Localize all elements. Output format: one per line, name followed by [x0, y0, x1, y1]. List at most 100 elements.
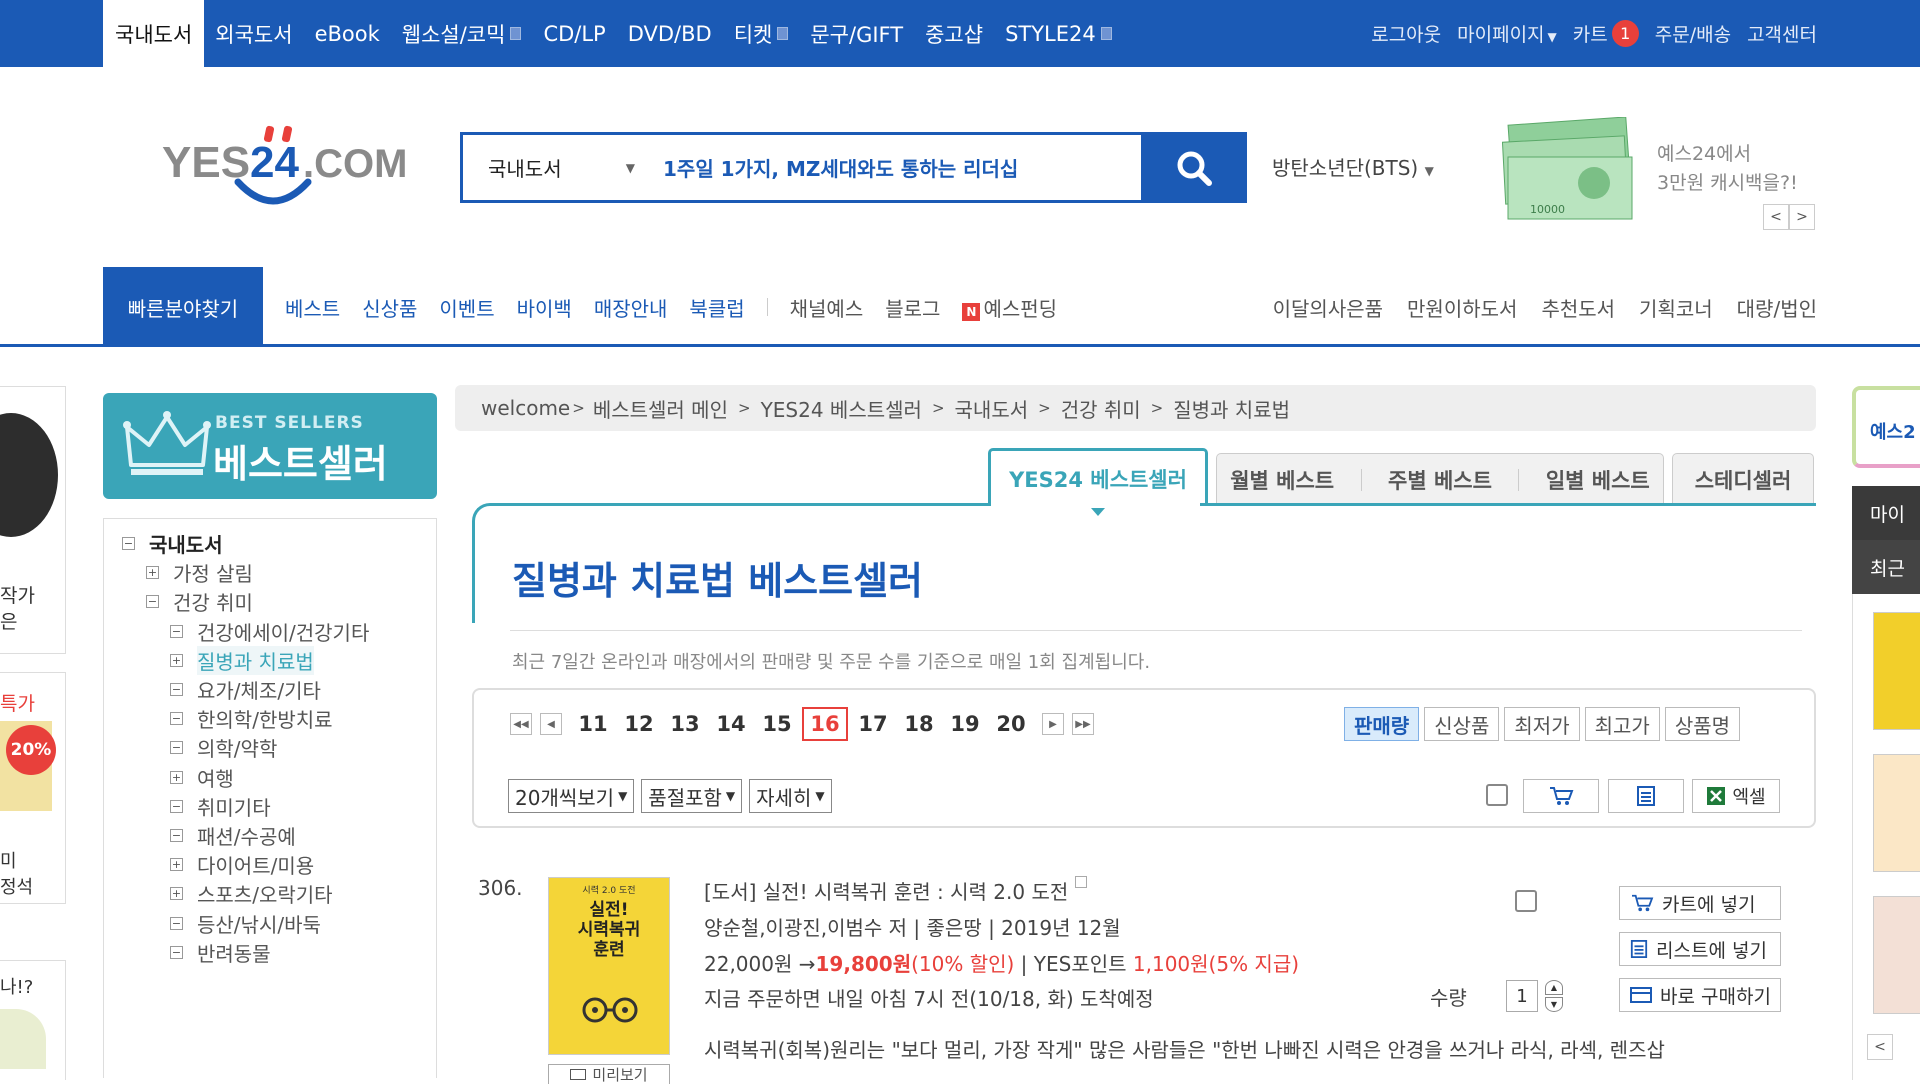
- recent-item-thumb[interactable]: [1873, 612, 1920, 730]
- cash-promo-text[interactable]: 예스24에서 3만원 캐시백을?!: [1657, 140, 1798, 198]
- recent-item-thumb[interactable]: [1873, 754, 1920, 872]
- top-nav-item[interactable]: 문구/GIFT: [799, 0, 914, 67]
- logout-link[interactable]: 로그아웃: [1371, 20, 1441, 47]
- tree-item[interactable]: + 다이어트/미용: [170, 850, 314, 879]
- tab-period[interactable]: 주별 베스트: [1388, 465, 1492, 495]
- tree-toggle-icon[interactable]: +: [146, 566, 159, 580]
- breadcrumb-item[interactable]: YES24 베스트셀러: [761, 394, 922, 423]
- main-nav-link[interactable]: 대량/법인: [1737, 293, 1817, 322]
- main-nav-link[interactable]: 채널예스: [790, 293, 864, 322]
- tree-toggle-icon[interactable]: −: [170, 829, 183, 842]
- top-nav-item[interactable]: eBook: [304, 0, 391, 67]
- search-category-select[interactable]: 국내도서 ▼: [463, 153, 653, 182]
- tree-item[interactable]: + 여행: [170, 763, 234, 792]
- view-select[interactable]: 자세히 ▼: [749, 779, 832, 813]
- first-page-icon[interactable]: ◀◀: [510, 713, 532, 735]
- main-nav-link[interactable]: 추천도서: [1541, 293, 1615, 322]
- top-nav-item[interactable]: 웹소설/코믹: [391, 0, 533, 67]
- main-nav-link[interactable]: 블로그: [885, 293, 940, 322]
- tree-toggle-icon[interactable]: −: [170, 799, 183, 813]
- add-to-cart-button[interactable]: 카트에 넣기: [1619, 886, 1781, 920]
- tree-toggle-icon[interactable]: −: [170, 945, 183, 959]
- tree-item[interactable]: − 요가/체조/기타: [170, 675, 321, 704]
- top-nav-item[interactable]: STYLE24: [994, 0, 1123, 67]
- top-nav-item[interactable]: 티켓: [723, 0, 800, 67]
- excel-download-button[interactable]: 엑셀: [1692, 779, 1780, 813]
- page-number[interactable]: 16: [802, 707, 848, 741]
- breadcrumb-item[interactable]: 질병과 치료법: [1173, 394, 1290, 423]
- page-number[interactable]: 11: [570, 712, 616, 736]
- book-cover-image[interactable]: 시력 2.0 도전 실전! 시력복귀 훈련: [548, 877, 670, 1055]
- page-number[interactable]: 18: [896, 712, 942, 736]
- page-number[interactable]: 19: [942, 712, 988, 736]
- tab-period[interactable]: 월별 베스트: [1230, 465, 1334, 495]
- add-selected-to-cart-button[interactable]: [1523, 779, 1599, 813]
- cart-link[interactable]: 카트 1: [1573, 20, 1639, 47]
- search-button[interactable]: [1141, 132, 1247, 203]
- page-number[interactable]: 17: [850, 712, 896, 736]
- main-nav-link[interactable]: 베스트: [285, 293, 340, 322]
- last-page-icon[interactable]: ▶▶: [1072, 713, 1094, 735]
- tree-item[interactable]: + 가정 살림: [146, 558, 253, 587]
- tab-steadyseller[interactable]: 스테디셀러: [1672, 453, 1814, 506]
- tree-item[interactable]: − 한의학/한방치료: [170, 704, 333, 733]
- tree-toggle-icon[interactable]: −: [146, 595, 159, 609]
- main-nav-link[interactable]: 바이백: [517, 293, 572, 322]
- prev-arrow-icon[interactable]: <: [1763, 204, 1789, 230]
- support-link[interactable]: 고객센터: [1747, 20, 1817, 47]
- book-title-link[interactable]: [도서] 실전! 시력복귀 훈련 : 시력 2.0 도전: [704, 876, 1087, 905]
- page-number[interactable]: 14: [708, 712, 754, 736]
- add-to-list-button[interactable]: 리스트에 넣기: [1619, 932, 1781, 966]
- author-card[interactable]: 작가 은: [0, 386, 66, 654]
- main-nav-link[interactable]: 신상품: [362, 293, 417, 322]
- tree-item[interactable]: − 반려동물: [170, 938, 271, 967]
- new-window-icon[interactable]: [1074, 876, 1087, 888]
- tree-toggle-icon[interactable]: +: [170, 653, 183, 667]
- sale-card[interactable]: 특가 20% 미정석0원: [0, 672, 66, 904]
- tree-item[interactable]: + 스포츠/오락기타: [170, 879, 333, 908]
- prev-page-icon[interactable]: ◀: [540, 713, 562, 735]
- page-number[interactable]: 13: [662, 712, 708, 736]
- tree-toggle-icon[interactable]: −: [170, 916, 183, 930]
- funding-link[interactable]: N 예스펀딩: [962, 293, 1057, 322]
- item-select-checkbox[interactable]: [1515, 890, 1537, 912]
- tree-item[interactable]: − 건강 취미: [146, 587, 253, 616]
- orders-link[interactable]: 주문/배송: [1655, 20, 1731, 47]
- next-page-icon[interactable]: ▶: [1042, 713, 1064, 735]
- increase-icon[interactable]: ▲: [1545, 980, 1563, 995]
- tree-item[interactable]: − 취미기타: [170, 792, 271, 821]
- right-recent-panel[interactable]: 최근: [1852, 540, 1920, 594]
- view-select[interactable]: 20개씩보기 ▼: [508, 779, 635, 813]
- recent-item-thumb[interactable]: [1873, 896, 1920, 1014]
- page-number[interactable]: 15: [754, 712, 800, 736]
- tree-toggle-icon[interactable]: −: [170, 624, 183, 638]
- popular-keyword[interactable]: 방탄소년단(BTS) ▼: [1272, 152, 1434, 181]
- prev-arrow-icon[interactable]: <: [1867, 1034, 1893, 1060]
- tree-item[interactable]: − 등산/낚시/바둑: [170, 909, 321, 938]
- sort-option[interactable]: 최저가: [1504, 707, 1580, 741]
- tab-yes24-bestseller[interactable]: YES24 베스트셀러: [988, 448, 1208, 516]
- tree-toggle-icon[interactable]: −: [170, 741, 183, 755]
- top-nav-item[interactable]: DVD/BD: [617, 0, 723, 67]
- right-banner[interactable]: 예스2: [1852, 386, 1920, 468]
- quantity-stepper[interactable]: ▲ ▼: [1545, 980, 1563, 1012]
- cash-promo-image[interactable]: 10000: [1502, 117, 1636, 221]
- main-nav-link[interactable]: 기획코너: [1639, 293, 1713, 322]
- top-nav-item[interactable]: 중고샵: [914, 0, 994, 67]
- page-number[interactable]: 12: [616, 712, 662, 736]
- next-arrow-icon[interactable]: >: [1789, 204, 1815, 230]
- breadcrumb-item[interactable]: 국내도서: [955, 394, 1029, 423]
- tree-item[interactable]: − 건강에세이/건강기타: [170, 617, 369, 646]
- bestseller-banner[interactable]: BEST SELLERS 베스트셀러: [103, 393, 437, 499]
- sort-option[interactable]: 상품명: [1664, 707, 1741, 741]
- top-nav-item[interactable]: 국내도서: [103, 0, 205, 67]
- main-nav-link[interactable]: 이벤트: [439, 293, 494, 322]
- tree-toggle-icon[interactable]: +: [170, 770, 183, 784]
- add-selected-to-list-button[interactable]: [1608, 779, 1684, 813]
- tree-toggle-icon[interactable]: +: [170, 858, 183, 872]
- main-nav-link[interactable]: 만원이하도서: [1407, 293, 1517, 322]
- tab-period[interactable]: 일별 베스트: [1546, 465, 1650, 495]
- view-select[interactable]: 품절포함 ▼: [641, 779, 743, 813]
- mypage-link[interactable]: 마이페이지 ▼: [1457, 20, 1557, 47]
- main-nav-link[interactable]: 매장안내: [594, 293, 668, 322]
